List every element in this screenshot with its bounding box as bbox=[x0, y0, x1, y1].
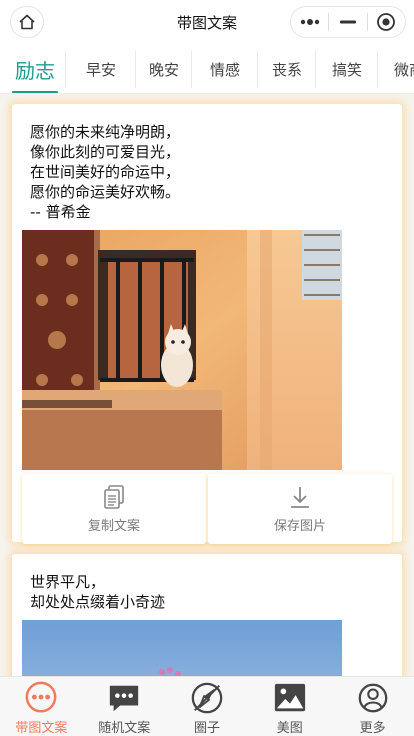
post-line: 愿你的未来纯净明朗， bbox=[30, 123, 181, 141]
tab-label: 搞笑 bbox=[331, 60, 362, 79]
tab-qinggan[interactable]: 情感 bbox=[192, 44, 258, 93]
tab-label: 早安 bbox=[85, 60, 116, 79]
post-line: 愿你的命运美好欢畅。 bbox=[30, 183, 181, 201]
minimize-button[interactable] bbox=[329, 7, 366, 37]
bottom-tab-label: 美图 bbox=[276, 721, 303, 736]
tab-label: 微商 bbox=[394, 60, 414, 79]
post-line: 在世间美好的命运中， bbox=[30, 163, 181, 181]
bottom-tab-label: 随机文案 bbox=[98, 721, 151, 736]
bottom-tab-daitu[interactable]: 带图文案 bbox=[0, 677, 83, 736]
minimize-icon bbox=[339, 20, 356, 24]
tab-label: 情感 bbox=[209, 60, 240, 79]
page-title: 带图文案 bbox=[176, 13, 237, 32]
tab-lizhi[interactable]: 励志 bbox=[4, 44, 66, 93]
bottom-tab-suiji[interactable]: 随机文案 bbox=[83, 677, 166, 736]
more-menu-button[interactable] bbox=[291, 7, 328, 37]
user-icon bbox=[358, 683, 387, 713]
bottom-tab-meitu[interactable]: 美图 bbox=[248, 677, 331, 736]
bottom-tab-label: 带图文案 bbox=[15, 721, 68, 736]
close-button[interactable] bbox=[368, 7, 405, 37]
message-icon bbox=[110, 685, 139, 712]
home-button[interactable] bbox=[10, 6, 44, 38]
bottom-tab-gengduo[interactable]: 更多 bbox=[331, 677, 414, 736]
post-line: 世界平凡， bbox=[30, 573, 106, 591]
copy-text-label: 复制文案 bbox=[87, 518, 140, 534]
chat-bubble-icon bbox=[25, 681, 57, 713]
tab-gaoxiao[interactable]: 搞笑 bbox=[316, 44, 378, 93]
post-actions: 复制文案 保存图片 bbox=[22, 474, 392, 544]
tab-wanan[interactable]: 晚安 bbox=[136, 44, 192, 93]
bottom-tab-label: 圈子 bbox=[193, 721, 220, 736]
copy-doc-icon bbox=[104, 484, 124, 509]
copy-text-button[interactable]: 复制文案 bbox=[22, 474, 206, 544]
post-line: 却处处点缀着小奇迹 bbox=[30, 593, 166, 611]
tab-sangxi[interactable]: 丧系 bbox=[258, 44, 316, 93]
post-text[interactable]: 愿你的未来纯净明朗， 像你此刻的可爱目光， 在世间美好的命运中， 愿你的命运美好… bbox=[12, 104, 402, 222]
post-line: 像你此刻的可爱目光， bbox=[30, 143, 181, 161]
home-icon bbox=[19, 14, 35, 30]
bottom-tab-quanzi[interactable]: 圈子 bbox=[166, 677, 249, 736]
top-navbar: 带图文案 bbox=[0, 0, 414, 44]
bottom-tab-label: 更多 bbox=[359, 721, 386, 736]
tab-label: 励志 bbox=[15, 58, 55, 83]
tab-label: 丧系 bbox=[271, 60, 302, 79]
mini-program-capsule bbox=[290, 6, 406, 38]
more-dots-icon bbox=[300, 19, 319, 25]
post-author: -- 普希金 bbox=[30, 203, 91, 221]
save-image-button[interactable]: 保存图片 bbox=[208, 474, 392, 544]
tab-zaoan[interactable]: 早安 bbox=[66, 44, 136, 93]
post-card: 世界平凡， 却处处点缀着小奇迹 bbox=[12, 554, 402, 676]
picture-icon bbox=[274, 683, 305, 712]
tab-weishang[interactable]: 微商 bbox=[378, 44, 414, 93]
save-image-label: 保存图片 bbox=[273, 518, 326, 534]
blue-sky-photo[interactable] bbox=[22, 620, 342, 676]
post-feed[interactable]: 愿你的未来纯净明朗， 像你此刻的可爱目光， 在世间美好的命运中， 愿你的命运美好… bbox=[0, 94, 414, 676]
download-icon bbox=[291, 486, 309, 508]
post-card: 愿你的未来纯净明朗， 像你此刻的可爱目光， 在世间美好的命运中， 愿你的命运美好… bbox=[12, 104, 402, 544]
post-text[interactable]: 世界平凡， 却处处点缀着小奇迹 bbox=[12, 554, 402, 612]
compass-icon bbox=[191, 682, 223, 714]
kitten-on-balcony-photo[interactable] bbox=[22, 230, 342, 470]
tab-label: 晚安 bbox=[148, 60, 179, 79]
category-tabs: 励志 早安 晚安 情感 丧系 搞笑 微商 bbox=[0, 44, 414, 94]
target-close-icon bbox=[377, 13, 396, 31]
bottom-tab-bar: 带图文案 随机文案 圈子 美图 更多 bbox=[0, 676, 414, 736]
